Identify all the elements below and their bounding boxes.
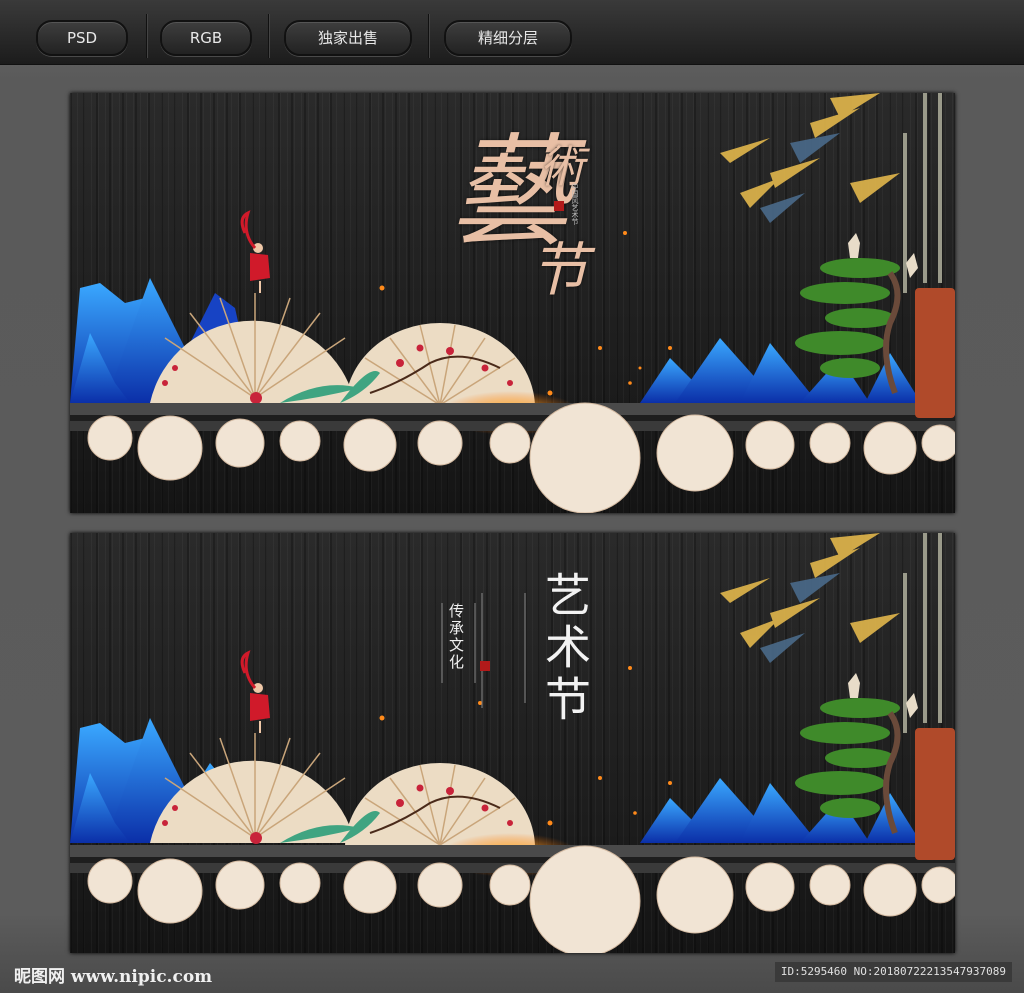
site-logo[interactable]: 昵图网 www.nipic.com bbox=[14, 962, 212, 987]
tag-rgb[interactable]: RGB bbox=[160, 20, 252, 56]
flower-pot bbox=[915, 288, 955, 418]
banner-art bbox=[70, 533, 955, 953]
divider bbox=[428, 14, 429, 58]
banner-subtitle: 传承文化 bbox=[447, 603, 465, 671]
dancer bbox=[240, 210, 270, 293]
tag-exclusive[interactable]: 独家出售 bbox=[284, 20, 412, 56]
image-id-label: ID:5295460 NO:20180722213547937089 bbox=[774, 962, 1012, 982]
banner-calligraphy: 藝 術 节 中国风艺术节 bbox=[70, 93, 955, 513]
calligraphy-sub2: 节 bbox=[530, 236, 589, 304]
tag-layered[interactable]: 精细分层 bbox=[444, 20, 572, 56]
divider bbox=[146, 14, 147, 58]
top-toolbar: PSD RGB 独家出售 精细分层 bbox=[0, 0, 1024, 65]
divider bbox=[268, 14, 269, 58]
banner-title: 艺术节 bbox=[538, 571, 592, 727]
banner-modern: 艺术节 传承文化 bbox=[70, 533, 955, 953]
flower-pot bbox=[915, 728, 955, 860]
tag-psd[interactable]: PSD bbox=[36, 20, 128, 56]
dancer bbox=[240, 650, 270, 733]
red-seal bbox=[554, 201, 564, 211]
vertical-caption: 中国风艺术节 bbox=[571, 183, 579, 225]
red-seal bbox=[480, 661, 490, 671]
